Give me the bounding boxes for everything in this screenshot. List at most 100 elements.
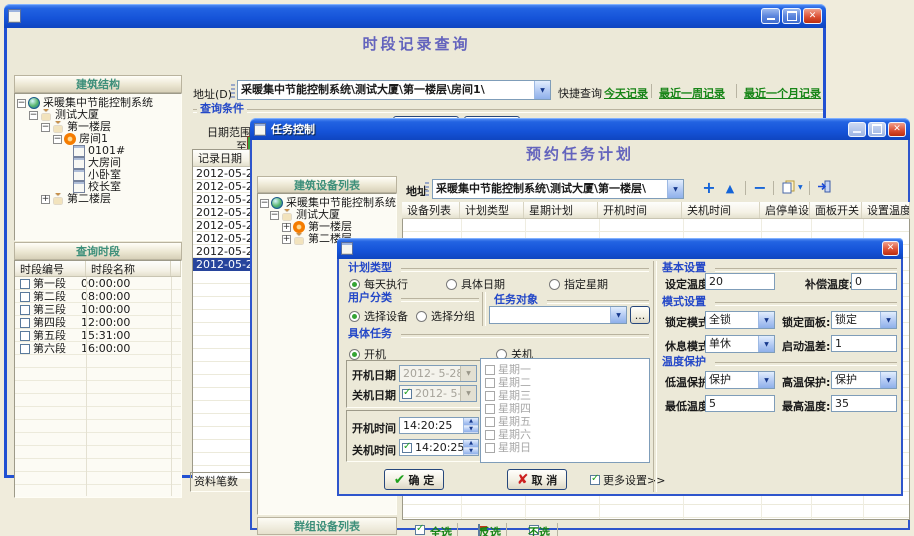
period-row[interactable]: 第三段10:00:00	[15, 303, 181, 316]
col-plan-type[interactable]: 计划类型	[460, 202, 524, 218]
radio-specified-week[interactable]: 指定星期	[549, 276, 608, 292]
col-panel-switch[interactable]: 面板开关	[810, 202, 862, 218]
maximize-button[interactable]	[782, 8, 801, 24]
lock-mode-combobox[interactable]: 全锁	[705, 311, 775, 329]
weekday-checkbox[interactable]	[485, 391, 495, 401]
tree-item-floor1[interactable]: 第一楼层	[15, 121, 181, 133]
tree-item-floor2[interactable]: 第二楼层	[15, 193, 181, 205]
collapse-icon[interactable]	[29, 111, 38, 120]
period-checkbox[interactable]	[20, 292, 30, 302]
period-row[interactable]: 第六段16:00:00	[15, 342, 181, 355]
task-address-combobox[interactable]: 采暖集中节能控制系统\测试大厦\第一楼层\	[432, 179, 684, 199]
collapse-icon[interactable]	[53, 135, 62, 144]
ok-button[interactable]: ✔确 定	[384, 469, 444, 490]
task-target-combobox[interactable]	[489, 306, 627, 324]
col-device[interactable]: 设备列表	[402, 202, 460, 218]
max-temp-input[interactable]: 35	[831, 395, 897, 412]
dropdown-arrow-icon[interactable]	[758, 372, 774, 388]
period-checkbox[interactable]	[20, 305, 30, 315]
invert-selection-link[interactable]: 反选	[479, 524, 501, 536]
browse-target-button[interactable]: ...	[630, 306, 650, 324]
weekday-item[interactable]: 星期日	[485, 441, 649, 454]
maximize-button[interactable]	[868, 122, 886, 137]
period-checkbox[interactable]	[20, 344, 30, 354]
dropdown-arrow-icon[interactable]	[880, 372, 896, 388]
period-col-name[interactable]: 时段名称	[86, 261, 171, 276]
col-start-stop[interactable]: 启停单设	[760, 202, 810, 218]
rest-mode-combobox[interactable]: 单休	[705, 335, 775, 353]
record-query-titlebar[interactable]: ✕	[4, 4, 826, 28]
task-control-titlebar[interactable]: 任务控制 ✕	[250, 118, 910, 140]
set-temp-input[interactable]: 20	[705, 273, 775, 290]
link-last-week-records[interactable]: 最近一周记录	[659, 85, 725, 101]
low-protect-combobox[interactable]: 保护	[705, 371, 775, 389]
tree-item-system[interactable]: 采暖集中节能控制系统	[15, 97, 181, 109]
period-checkbox[interactable]	[20, 279, 30, 289]
off-date-combobox[interactable]: 2012- 5-28	[399, 385, 477, 402]
copy-dropdown-icon[interactable]: ▼	[798, 184, 803, 191]
dropdown-arrow-icon[interactable]	[758, 336, 774, 352]
col-set-temp[interactable]: 设置温度	[862, 202, 910, 218]
dropdown-arrow-icon[interactable]	[758, 312, 774, 328]
weekday-checkbox[interactable]	[485, 417, 495, 427]
lock-panel-combobox[interactable]: 锁定	[831, 311, 897, 329]
address-combobox[interactable]: 采暖集中节能控制系统\测试大厦\第一楼层\房间1\	[237, 80, 551, 100]
collapse-icon[interactable]	[260, 199, 269, 208]
cancel-button[interactable]: ✘取 消	[507, 469, 567, 490]
link-last-month-records[interactable]: 最近一个月记录	[744, 85, 821, 101]
radio-specific-date[interactable]: 具体日期	[446, 276, 505, 292]
tree-item-room1[interactable]: 房间1	[15, 133, 181, 145]
weekday-checkbox[interactable]	[485, 430, 495, 440]
minimize-button[interactable]	[848, 122, 866, 137]
more-settings-checkbox[interactable]	[590, 475, 600, 485]
weekday-item[interactable]: 星期三	[485, 389, 649, 402]
collapse-icon[interactable]	[17, 99, 26, 108]
col-on-time[interactable]: 开机时间	[598, 202, 682, 218]
select-all-link[interactable]: 全选	[430, 524, 452, 536]
period-row[interactable]: 第五段15:31:00	[15, 329, 181, 342]
off-time-checkbox[interactable]	[402, 443, 412, 453]
tree-item-system[interactable]: 采暖集中节能控制系统	[258, 197, 396, 209]
dropdown-arrow-icon[interactable]	[880, 312, 896, 328]
dropdown-arrow-icon[interactable]	[610, 307, 626, 323]
radio-daily[interactable]: 每天执行	[349, 276, 408, 292]
col-off-time[interactable]: 关机时间	[682, 202, 760, 218]
expand-icon[interactable]	[41, 195, 50, 204]
weekday-item[interactable]: 星期五	[485, 415, 649, 428]
time-spinner[interactable]	[463, 440, 478, 455]
weekday-checkbox[interactable]	[485, 378, 495, 388]
close-button[interactable]: ✕	[882, 241, 899, 256]
radio-select-device[interactable]: 选择设备	[349, 308, 408, 324]
expand-icon[interactable]	[282, 223, 291, 232]
period-row[interactable]: 第二段08:00:00	[15, 290, 181, 303]
off-time-field[interactable]: 14:20:25	[399, 439, 479, 456]
minimize-button[interactable]	[761, 8, 780, 24]
weekday-item[interactable]: 星期二	[485, 376, 649, 389]
on-time-field[interactable]: 14:20:25	[399, 417, 479, 434]
period-checkbox[interactable]	[20, 331, 30, 341]
period-checkbox[interactable]	[20, 318, 30, 328]
period-row[interactable]: 第四段12:00:00	[15, 316, 181, 329]
records-col-date[interactable]: 记录日期	[193, 150, 250, 166]
tree-item-building[interactable]: 测试大厦	[15, 109, 181, 121]
weekday-checkbox[interactable]	[485, 404, 495, 414]
on-date-combobox[interactable]: 2012- 5-28	[399, 365, 477, 382]
tree-item-device[interactable]: 0101#	[15, 145, 181, 157]
weekday-checkbox[interactable]	[485, 365, 495, 375]
dropdown-arrow-icon[interactable]	[534, 81, 550, 99]
exit-icon[interactable]	[817, 180, 831, 194]
collapse-icon[interactable]	[41, 123, 50, 132]
link-today-records[interactable]: 今天记录	[604, 85, 648, 101]
tree-item-floor1[interactable]: 第一楼层	[258, 221, 396, 233]
weekday-item[interactable]: 星期四	[485, 402, 649, 415]
select-none-link[interactable]: 不选	[528, 524, 550, 536]
period-col-number[interactable]: 时段编号	[15, 261, 86, 276]
close-button[interactable]: ✕	[888, 122, 906, 137]
tree-item-device[interactable]: 校长室	[15, 181, 181, 193]
off-date-checkbox[interactable]	[402, 389, 412, 399]
add-task-icon[interactable]: +	[700, 178, 718, 196]
high-protect-combobox[interactable]: 保护	[831, 371, 897, 389]
weekday-item[interactable]: 星期一	[485, 363, 649, 376]
close-button[interactable]: ✕	[803, 8, 822, 24]
expand-icon[interactable]	[282, 235, 291, 244]
